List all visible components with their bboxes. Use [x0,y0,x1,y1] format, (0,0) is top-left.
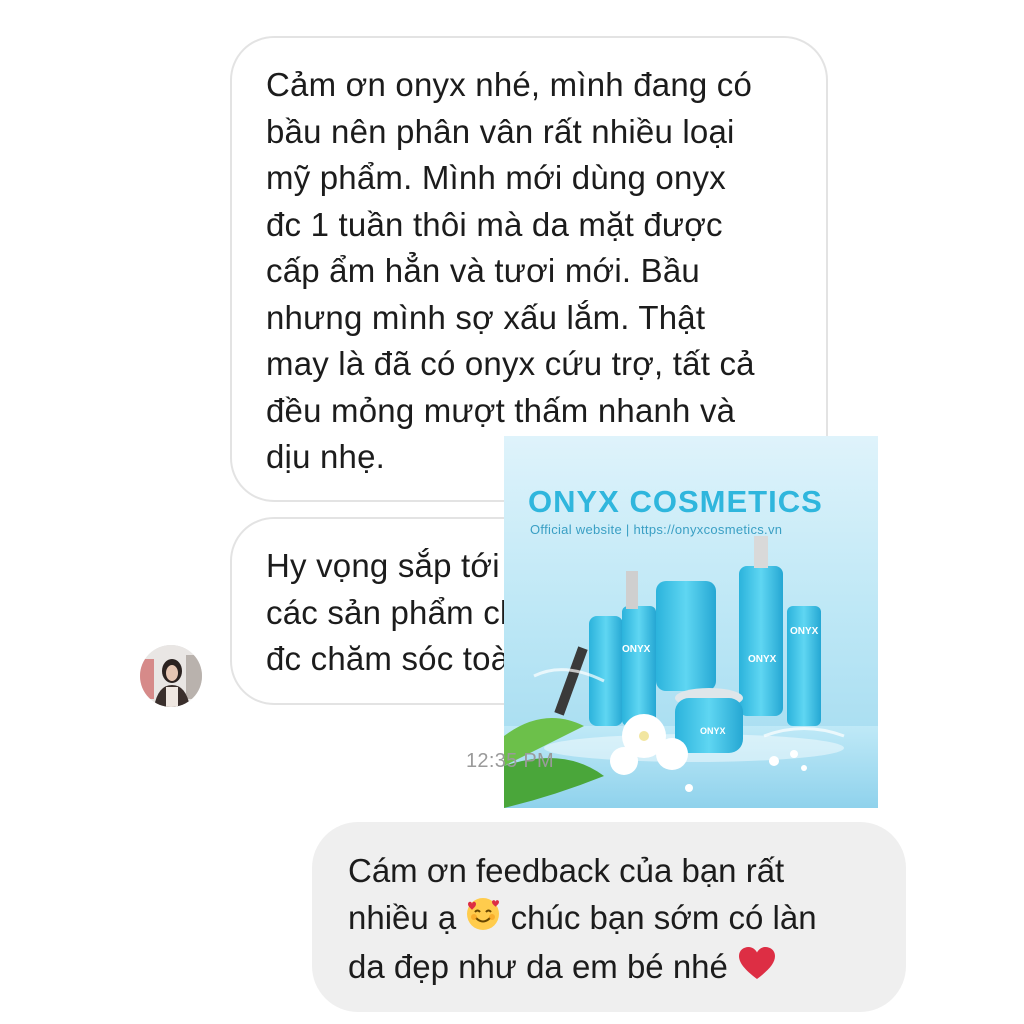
message-line: Cảm ơn onyx nhé, mình đang có [266,66,753,103]
red-heart-icon [737,945,777,994]
message-line: may là đã có onyx cứu trợ, tất cả [266,345,755,382]
product-label: ONYX [700,726,726,736]
message-text: chúc bạn sớm có làn [510,898,817,936]
message-line: mỹ phẩm. Mình mới dùng onyx [266,159,726,196]
message-line: da đẹp như da em bé nhé [348,944,870,994]
message-line: cấp ẩm hẳn và tươi mới. Bầu [266,252,700,289]
message-line: Cám ơn feedback của bạn rất [348,852,785,889]
smiling-face-with-hearts-icon [465,896,501,945]
incoming-message-bubble[interactable]: Cảm ơn onyx nhé, mình đang có bầu nên ph… [230,36,828,502]
message-line: nhưng mình sợ xấu lắm. Thật [266,298,706,336]
message-line: bầu nên phân vân rất nhiều loại [266,112,735,150]
message-text: da đẹp như da em bé nhé [348,948,728,986]
outgoing-message-bubble[interactable]: Cám ơn feedback của bạn rất nhiều ạ chúc… [312,822,906,1012]
product-label: ONYX [790,626,819,637]
ad-brand-title: ONYX COSMETICS [528,484,823,519]
sender-avatar[interactable] [140,645,202,707]
message-line: đều mỏng mượt thấm nhanh và [266,391,736,429]
ad-website-subtitle: Official website | https://onyxcosmetics… [530,522,783,537]
message-line: nhiều ạ chúc bạn sớm có làn [348,895,870,945]
message-text: nhiều ạ [348,898,457,936]
message-line: đc 1 tuần thôi mà da mặt được [266,205,723,243]
product-label: ONYX [622,644,651,655]
onyx-cosmetics-ad-image: ONYX COSMETICS Official website | https:… [504,436,878,808]
avatar-photo [140,645,202,707]
product-label: ONYX [748,654,777,665]
message-timestamp: 12:35 PM [466,750,555,772]
